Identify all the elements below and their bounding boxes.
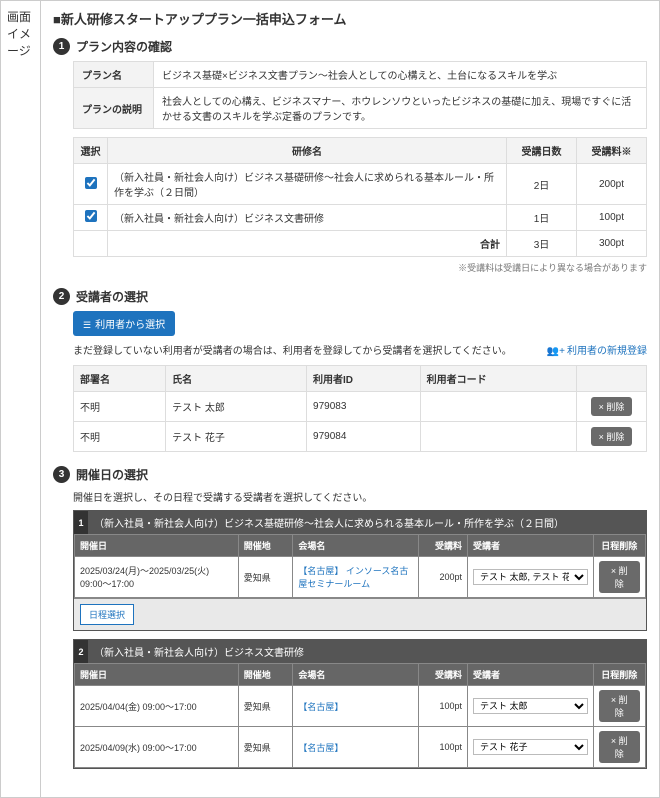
course-days: 2日	[507, 164, 577, 205]
section-title-plan: プラン内容の確認	[76, 38, 172, 55]
col-schedule-fee: 受講料	[418, 664, 467, 686]
course-checkbox[interactable]	[85, 177, 97, 189]
schedule-table: 開催日開催地会場名受講料受講者日程削除 2025/04/04(金) 09:00～1…	[74, 663, 646, 768]
col-schedule-del: 日程削除	[593, 664, 645, 686]
step-badge-1: 1	[53, 38, 70, 55]
section-title-attendees: 受講者の選択	[76, 288, 148, 305]
venue-link[interactable]: 【名古屋】	[298, 702, 343, 712]
attendee-code	[420, 392, 576, 422]
attendee-table: 部署名 氏名 利用者ID 利用者コード 不明テスト 太郎979083× 削除不明…	[73, 365, 647, 452]
course-name: （新入社員・新社会人向け）ビジネス文書研修	[108, 205, 507, 231]
attendee-id: 979084	[307, 422, 421, 452]
course-checkbox[interactable]	[85, 210, 97, 222]
col-select: 選択	[74, 138, 108, 164]
attendee-dept: 不明	[74, 392, 166, 422]
schedule-fee: 100pt	[418, 686, 467, 727]
delete-schedule-button[interactable]: × 削除	[599, 690, 640, 722]
step-badge-3: 3	[53, 466, 70, 483]
plan-desc-label: プランの説明	[74, 88, 154, 129]
select-users-button[interactable]: 利用者から選択	[73, 311, 175, 336]
plan-name-label: プラン名	[74, 62, 154, 88]
schedule-block: 1 （新入社員・新社会人向け）ビジネス基礎研修～社会人に求められる基本ルール・所作…	[73, 510, 647, 631]
section-dates: 3 開催日の選択 開催日を選択し、その日程で受講する受講者を選択してください。 …	[53, 466, 647, 769]
delete-schedule-button[interactable]: × 削除	[599, 561, 640, 593]
new-user-link[interactable]: 利用者の新規登録	[547, 342, 647, 357]
attendee-name: テスト 花子	[166, 422, 307, 452]
delete-attendee-button[interactable]: × 削除	[591, 397, 633, 416]
total-label: 合計	[108, 231, 507, 257]
attendee-select[interactable]: テスト 花子	[473, 739, 588, 755]
total-fee: 300pt	[577, 231, 647, 257]
venue-link[interactable]: 【名古屋】	[298, 743, 343, 753]
col-schedule-fee: 受講料	[418, 535, 467, 557]
course-fee: 100pt	[577, 205, 647, 231]
plan-name-value: ビジネス基礎×ビジネス文書プラン～社会人としての心構えと、土台になるスキルを学ぶ	[154, 62, 647, 88]
course-name: （新入社員・新社会人向け）ビジネス基礎研修～社会人に求められる基本ルール・所作を…	[108, 164, 507, 205]
section-title-dates: 開催日の選択	[76, 466, 148, 483]
delete-schedule-button[interactable]: × 削除	[599, 731, 640, 763]
col-days: 受講日数	[507, 138, 577, 164]
schedule-date: 2025/03/24(月)～2025/03/25(火) 09:00～17:00	[75, 557, 239, 598]
col-schedule-del: 日程削除	[593, 535, 645, 557]
col-schedule-venue: 会場名	[293, 664, 419, 686]
venue-link[interactable]: 【名古屋】 インソース名古屋セミナールーム	[298, 566, 408, 589]
col-fee: 受講料※	[577, 138, 647, 164]
attendee-dept: 不明	[74, 422, 166, 452]
col-schedule-date: 開催日	[75, 535, 239, 557]
block-title: （新入社員・新社会人向け）ビジネス文書研修	[94, 644, 304, 659]
plan-summary-table: プラン名 ビジネス基礎×ビジネス文書プラン～社会人としての心構えと、土台になるス…	[73, 61, 647, 129]
course-table: 選択 研修名 受講日数 受講料※ （新入社員・新社会人向け）ビジネス基礎研修～社…	[73, 137, 647, 257]
schedule-location: 愛知県	[238, 686, 293, 727]
attendee-name: テスト 太郎	[166, 392, 307, 422]
col-dept: 部署名	[74, 366, 166, 392]
total-days: 3日	[507, 231, 577, 257]
col-schedule-venue: 会場名	[293, 535, 419, 557]
block-title: （新入社員・新社会人向け）ビジネス基礎研修～社会人に求められる基本ルール・所作を…	[94, 515, 564, 530]
schedule-date: 2025/04/09(水) 09:00～17:00	[75, 727, 239, 768]
col-user-code: 利用者コード	[420, 366, 576, 392]
schedule-block: 2 （新入社員・新社会人向け）ビジネス文書研修開催日開催地会場名受講料受講者日程削…	[73, 639, 647, 769]
attendee-helper-text: まだ登録していない利用者が受講者の場合は、利用者を登録してから受講者を選択してく…	[73, 346, 512, 357]
schedule-fee: 200pt	[418, 557, 467, 598]
date-select-button[interactable]: 日程選択	[80, 604, 134, 625]
course-days: 1日	[507, 205, 577, 231]
block-index: 2	[74, 640, 88, 663]
attendee-id: 979083	[307, 392, 421, 422]
col-schedule-att: 受講者	[468, 535, 594, 557]
section-attendees: 2 受講者の選択 利用者から選択 まだ登録していない利用者が受講者の場合は、利用…	[53, 288, 647, 452]
schedule-fee: 100pt	[418, 727, 467, 768]
sidebar-label: 画面イメージ	[1, 1, 41, 797]
page-title: ■新人研修スタートアッププラン一括申込フォーム	[53, 9, 647, 28]
block-index: 1	[74, 511, 88, 534]
col-schedule-att: 受講者	[468, 664, 594, 686]
schedule-location: 愛知県	[238, 557, 293, 598]
step-badge-2: 2	[53, 288, 70, 305]
col-course-name: 研修名	[108, 138, 507, 164]
section-plan: 1 プラン内容の確認 プラン名 ビジネス基礎×ビジネス文書プラン～社会人としての…	[53, 38, 647, 274]
course-fee: 200pt	[577, 164, 647, 205]
col-schedule-date: 開催日	[75, 664, 239, 686]
col-attendee-name: 氏名	[166, 366, 307, 392]
attendee-code	[420, 422, 576, 452]
fee-note: ※受講料は受講日により異なる場合があります	[73, 261, 647, 274]
schedule-location: 愛知県	[238, 727, 293, 768]
date-helper-text: 開催日を選択し、その日程で受講する受講者を選択してください。	[73, 489, 647, 504]
attendee-select[interactable]: テスト 太郎, テスト 花子	[473, 569, 588, 585]
col-schedule-loc: 開催地	[238, 535, 293, 557]
col-schedule-loc: 開催地	[238, 664, 293, 686]
delete-attendee-button[interactable]: × 削除	[591, 427, 633, 446]
col-user-id: 利用者ID	[307, 366, 421, 392]
schedule-table: 開催日開催地会場名受講料受講者日程削除 2025/03/24(月)～2025/03…	[74, 534, 646, 598]
schedule-date: 2025/04/04(金) 09:00～17:00	[75, 686, 239, 727]
plan-desc-value: 社会人としての心構え、ビジネスマナー、ホウレンソウといったビジネスの基礎に加え、…	[154, 88, 647, 129]
attendee-select[interactable]: テスト 太郎	[473, 698, 588, 714]
